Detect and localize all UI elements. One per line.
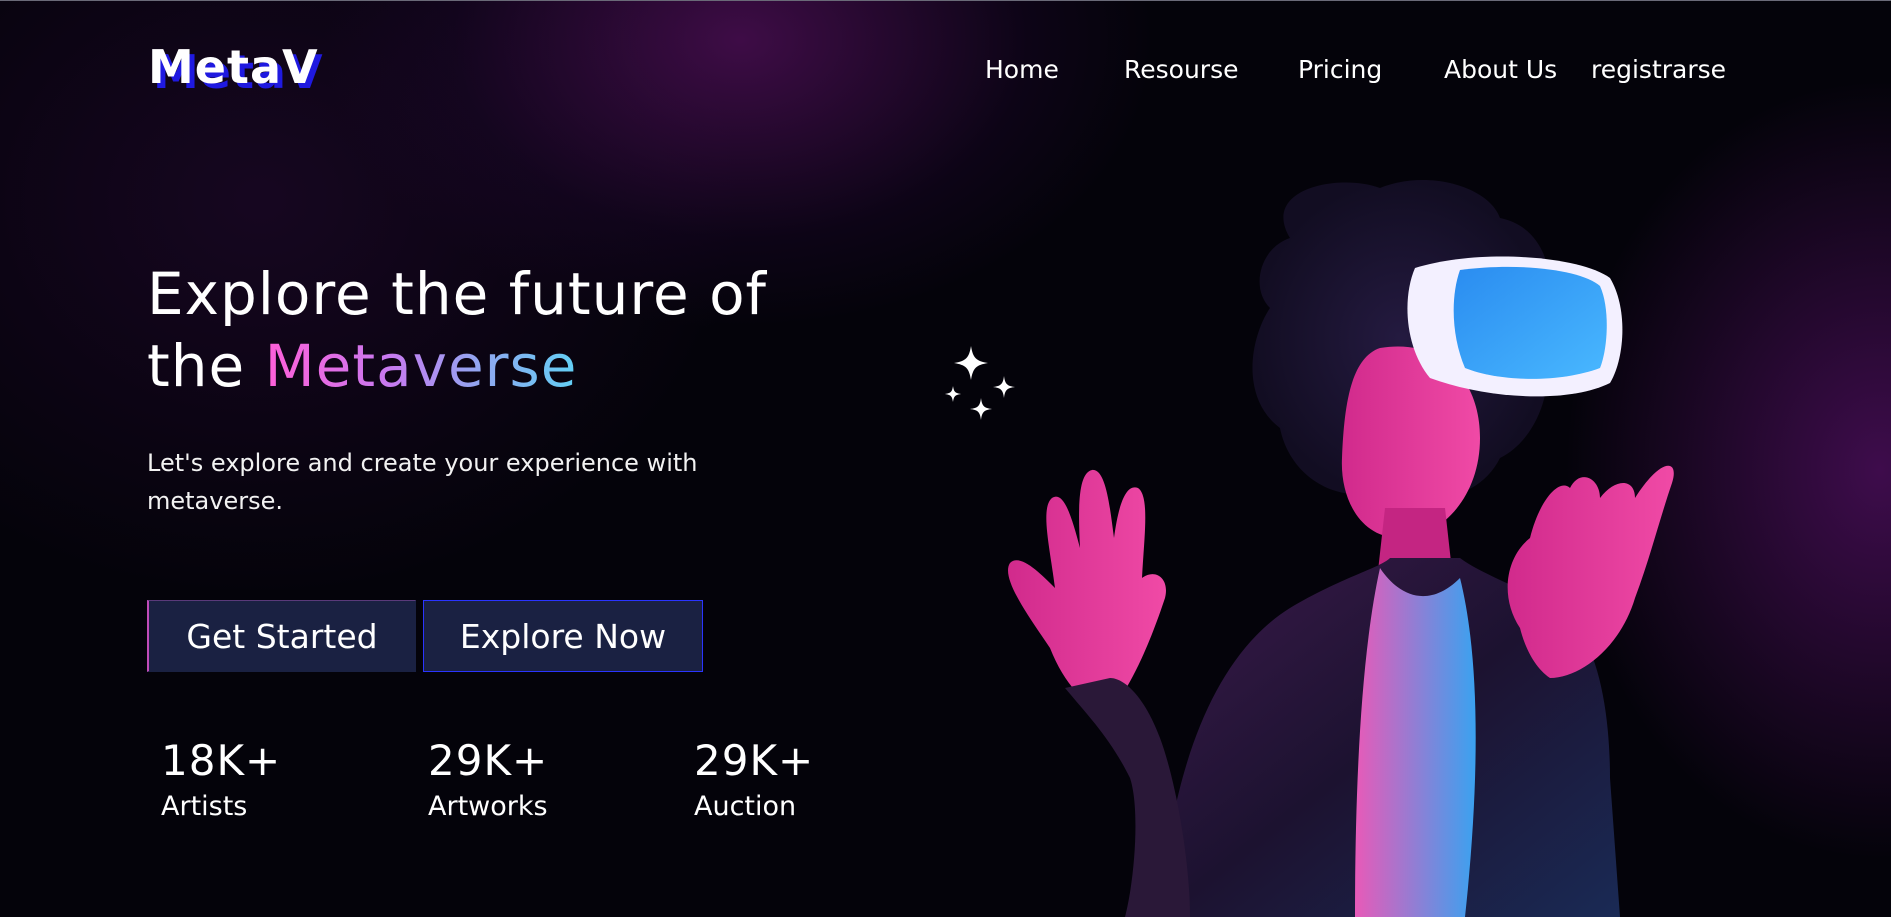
- nav-link-resourse[interactable]: Resourse: [1124, 55, 1238, 84]
- nav-link-registrarse[interactable]: registrarse: [1591, 55, 1726, 84]
- stat-label: Artists: [161, 791, 248, 822]
- vr-person-image: [1008, 179, 1674, 917]
- hero-title-accent: Metaverse: [264, 332, 578, 400]
- get-started-button[interactable]: Get Started: [147, 600, 416, 672]
- nav-link-pricing[interactable]: Pricing: [1298, 55, 1382, 84]
- hero-title-line2-prefix: the: [147, 332, 265, 400]
- hero-title-line1: Explore the future of: [147, 260, 767, 328]
- stat-label: Auction: [694, 791, 797, 822]
- stat-artworks: 29K+ Artworks: [428, 736, 548, 824]
- landing-page: MetaV Home Resourse Pricing About Us reg…: [0, 0, 1891, 917]
- nav-link-about-us[interactable]: About Us: [1444, 55, 1557, 84]
- main-nav: Home Resourse Pricing About Us registrar…: [0, 55, 1891, 89]
- stat-artists: 18K+ Artists: [161, 736, 281, 824]
- explore-now-button[interactable]: Explore Now: [423, 600, 703, 672]
- stat-auction: 29K+ Auction: [694, 736, 814, 824]
- top-border: [0, 0, 1891, 1]
- hero-title: Explore the future of the Metaverse: [147, 258, 767, 402]
- stat-label: Artworks: [428, 791, 548, 822]
- nav-link-home[interactable]: Home: [985, 55, 1059, 84]
- stat-value: 29K+: [428, 736, 549, 785]
- hero-subtitle: Let's explore and create your experience…: [147, 449, 698, 515]
- stat-value: 18K+: [161, 736, 282, 785]
- stat-value: 29K+: [694, 736, 815, 785]
